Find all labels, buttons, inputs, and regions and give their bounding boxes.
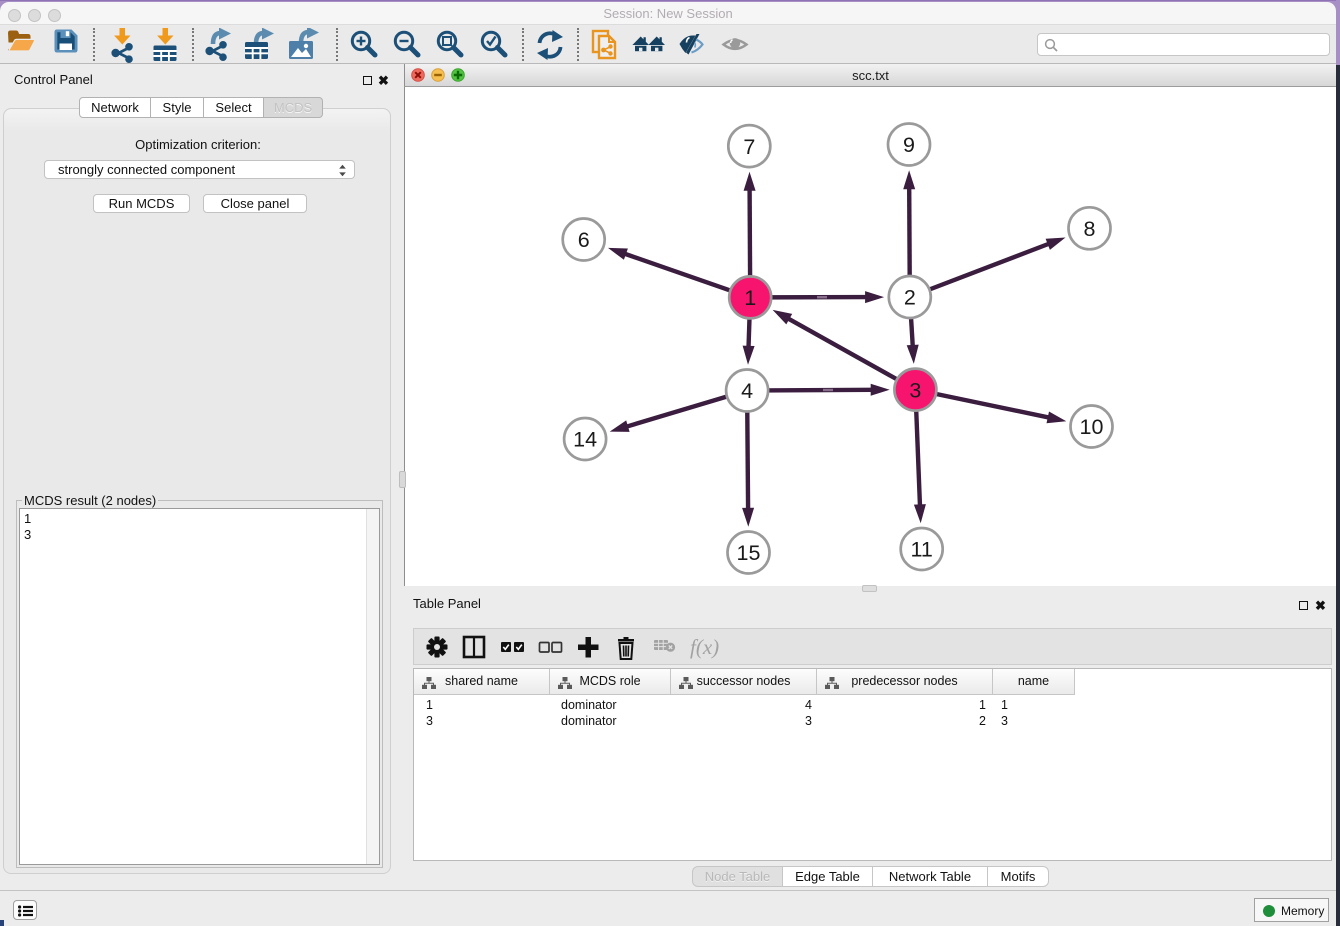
svg-text:4: 4 bbox=[741, 379, 753, 403]
svg-text:8: 8 bbox=[1084, 217, 1096, 241]
svg-text:14: 14 bbox=[573, 428, 597, 452]
svg-text:f(x): f(x) bbox=[690, 635, 719, 659]
svg-text:6: 6 bbox=[578, 228, 590, 252]
svg-text:11: 11 bbox=[911, 538, 933, 562]
svg-text:1: 1 bbox=[744, 286, 756, 310]
svg-text:10: 10 bbox=[1080, 415, 1104, 439]
svg-text:3: 3 bbox=[909, 378, 921, 402]
svg-text:7: 7 bbox=[743, 135, 755, 159]
svg-text:2: 2 bbox=[904, 286, 916, 310]
svg-text:9: 9 bbox=[903, 133, 915, 157]
svg-text:15: 15 bbox=[737, 541, 761, 565]
